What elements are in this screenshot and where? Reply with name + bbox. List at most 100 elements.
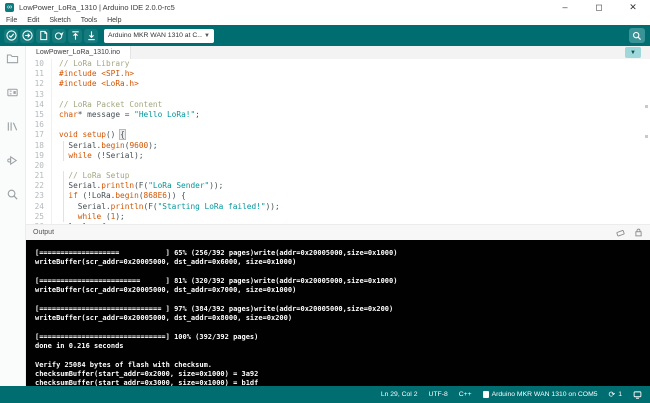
sidebar-item-library-manager[interactable]	[6, 119, 20, 133]
books-icon	[6, 120, 19, 133]
sync-icon: ⟳	[609, 391, 616, 399]
clear-output-button[interactable]	[616, 224, 625, 242]
code-line[interactable]: 18 Serial.begin(9600);	[26, 141, 650, 151]
minimize-button[interactable]: –	[548, 0, 582, 15]
check-circle-icon	[6, 30, 17, 41]
menu-help[interactable]: Help	[107, 17, 121, 24]
code-line[interactable]: 25 while (1);	[26, 212, 650, 222]
line-number: 16	[26, 120, 52, 130]
line-number: 12	[26, 79, 52, 89]
code-text: if (!LoRa.begin(868E6)) {	[52, 191, 186, 201]
language-indicator[interactable]: C++	[459, 391, 472, 398]
sidebar-item-debugger[interactable]	[6, 153, 20, 167]
code-text: Serial.println(F("LoRa Sender"));	[52, 181, 223, 191]
activity-sidebar	[0, 46, 26, 386]
code-line[interactable]: 12#include <LoRa.h>	[26, 79, 650, 89]
verify-button[interactable]	[4, 29, 18, 43]
code-lines: 10// LoRa Library11#include <SPI.h>12#in…	[26, 59, 650, 224]
line-number: 14	[26, 100, 52, 110]
line-number: 18	[26, 141, 52, 151]
line-number: 25	[26, 212, 52, 222]
code-text: while (!Serial);	[52, 151, 144, 161]
clear-output-icon	[616, 228, 625, 237]
tab-sketch-file[interactable]: LowPower_LoRa_1310.ino	[26, 46, 131, 59]
code-text: // LoRa Setup	[52, 171, 129, 181]
code-line[interactable]: 24 Serial.println(F("Starting LoRa faile…	[26, 202, 650, 212]
code-line[interactable]: 15char* message = "Hello LoRa!";	[26, 110, 650, 120]
titlebar: ∞ LowPower_LoRa_1310 | Arduino IDE 2.0.0…	[0, 0, 650, 15]
line-number: 13	[26, 90, 52, 100]
code-line[interactable]: 23 if (!LoRa.begin(868E6)) {	[26, 191, 650, 201]
line-number: 17	[26, 130, 52, 140]
output-panel-title: Output	[33, 229, 616, 236]
export-binary-button[interactable]	[68, 29, 82, 43]
import-binary-button[interactable]	[84, 29, 98, 43]
code-line[interactable]: 13	[26, 90, 650, 100]
sidebar-item-search[interactable]	[6, 187, 20, 201]
code-line[interactable]: 22 Serial.println(F("LoRa Sender"));	[26, 181, 650, 191]
encoding-indicator[interactable]: UTF-8	[428, 391, 447, 398]
code-line[interactable]: 17void setup() {	[26, 130, 650, 140]
line-number: 24	[26, 202, 52, 212]
menu-sketch[interactable]: Sketch	[49, 17, 70, 24]
connected-board-indicator[interactable]: Arduino MKR WAN 1310 on COM5	[483, 391, 598, 398]
code-text: // LoRa Library	[52, 59, 129, 69]
code-line[interactable]: 21 // LoRa Setup	[26, 171, 650, 181]
code-text: // LoRa Packet Content	[52, 100, 162, 110]
statusbar: Ln 29, Col 2 UTF-8 C++ Arduino MKR WAN 1…	[0, 386, 650, 403]
tab-options-dropdown[interactable]: ▼	[625, 47, 641, 58]
terminal-text: [=================== ] 65% (256/392 page…	[26, 240, 650, 386]
code-editor[interactable]: 10// LoRa Library11#include <SPI.h>12#in…	[26, 59, 650, 224]
line-number: 11	[26, 69, 52, 79]
chevron-down-icon: ▼	[204, 33, 210, 39]
arrow-down-line-icon	[86, 30, 97, 41]
line-number: 15	[26, 110, 52, 120]
code-text: #include <LoRa.h>	[52, 79, 139, 89]
cursor-position[interactable]: Ln 29, Col 2	[381, 391, 418, 398]
menu-edit[interactable]: Edit	[27, 17, 39, 24]
editor-scrollbar[interactable]	[644, 59, 649, 224]
board-selector-dropdown[interactable]: Arduino MKR WAN 1310 at C... ▼	[104, 29, 214, 43]
arrow-right-circle-icon	[22, 30, 33, 41]
serial-monitor-button[interactable]	[629, 28, 645, 43]
sync-indicator[interactable]: ⟳ 1	[609, 391, 622, 399]
window-title: LowPower_LoRa_1310 | Arduino IDE 2.0.0-r…	[19, 3, 175, 12]
new-sketch-button[interactable]	[36, 29, 50, 43]
line-number: 19	[26, 151, 52, 161]
scroll-lock-button[interactable]	[634, 224, 643, 242]
sync-count: 1	[618, 391, 622, 398]
board-icon	[483, 391, 489, 398]
code-line[interactable]: 14// LoRa Packet Content	[26, 100, 650, 110]
code-line[interactable]: 19 while (!Serial);	[26, 151, 650, 161]
board-chip-icon	[6, 86, 19, 99]
scroll-mark	[645, 135, 648, 138]
debug-button[interactable]	[52, 29, 66, 43]
code-line[interactable]: 10// LoRa Library	[26, 59, 650, 69]
notifications-button[interactable]	[633, 390, 642, 399]
debug-play-icon	[6, 154, 19, 167]
notifications-bell-icon	[633, 390, 642, 399]
code-text	[52, 120, 59, 130]
code-line[interactable]: 16	[26, 120, 650, 130]
code-text	[52, 161, 59, 171]
tabbar: LowPower_LoRa_1310.ino ▼	[26, 46, 650, 59]
output-terminal[interactable]: [=================== ] 65% (256/392 page…	[26, 240, 650, 386]
maximize-button[interactable]: ◻	[582, 0, 616, 15]
code-text: char* message = "Hello LoRa!";	[52, 110, 200, 120]
sidebar-item-sketchbook[interactable]	[6, 51, 20, 65]
code-text: while (1);	[52, 212, 125, 222]
code-text: void setup() {	[52, 130, 125, 140]
code-line[interactable]: 11#include <SPI.h>	[26, 69, 650, 79]
sidebar-item-boards-manager[interactable]	[6, 85, 20, 99]
menubar-items: File Edit Sketch Tools Help	[0, 15, 650, 25]
arrow-up-line-icon	[70, 30, 81, 41]
menu-file[interactable]: File	[6, 17, 17, 24]
arduino-ide-window: ∞ LowPower_LoRa_1310 | Arduino IDE 2.0.0…	[0, 0, 650, 403]
code-text	[52, 90, 59, 100]
debug-icon	[54, 30, 65, 41]
code-line[interactable]: 20	[26, 161, 650, 171]
menu-tools[interactable]: Tools	[81, 17, 97, 24]
upload-button[interactable]	[20, 29, 34, 43]
tab-label: LowPower_LoRa_1310.ino	[36, 49, 120, 56]
close-button[interactable]: ✕	[616, 0, 650, 15]
